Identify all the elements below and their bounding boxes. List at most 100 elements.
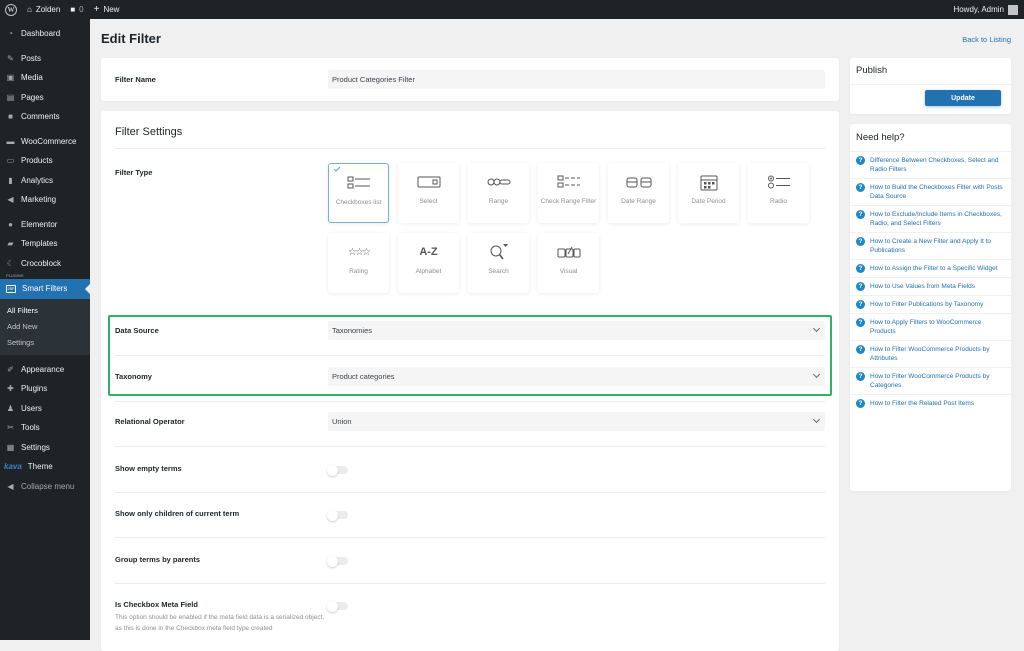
help-link[interactable]: ? How to Filter the Related Post Items	[850, 394, 1011, 412]
smart-filters-submenu: All Filters Add New Settings	[0, 298, 90, 355]
filter-type-rating[interactable]: ☆☆☆ Rating	[328, 233, 389, 293]
filter-type-range[interactable]: Range	[468, 163, 529, 223]
sidebar-item-theme[interactable]: kava Theme	[0, 457, 90, 477]
wp-logo-button[interactable]: W	[0, 0, 22, 19]
help-link[interactable]: ? How to Filter Publications by Taxonomy	[850, 295, 1011, 313]
group-terms-label: Group terms by parents	[115, 555, 201, 564]
sidebar-item-elementor[interactable]: ● Elementor	[0, 215, 90, 235]
chevron-down-icon	[812, 415, 821, 424]
filter-type-date-period[interactable]: Date Period	[678, 163, 739, 223]
help-link[interactable]: ? How to Apply Filters to WooCommerce Pro…	[850, 313, 1011, 340]
filter-type-label: Date Range	[621, 198, 656, 205]
question-icon: ?	[856, 264, 865, 273]
site-name-link[interactable]: ⌂ Zolden	[22, 0, 65, 19]
question-icon: ?	[856, 282, 865, 291]
filter-type-radio[interactable]: Radio	[748, 163, 809, 223]
sidebar-item-label: Appearance	[21, 364, 65, 374]
sidebar-item-posts[interactable]: ✎ Posts	[0, 49, 90, 69]
new-content-button[interactable]: + New	[89, 0, 125, 19]
sidebar-item-comments[interactable]: ■ Comments	[0, 107, 90, 127]
relational-operator-select[interactable]: Union	[328, 412, 825, 431]
sidebar-item-woocommerce[interactable]: ▬ WooCommerce	[0, 132, 90, 152]
help-link-text: How to Apply Filters to WooCommerce Prod…	[870, 319, 982, 335]
divider	[115, 446, 825, 447]
group-terms-toggle[interactable]	[327, 555, 348, 567]
filter-type-check-range[interactable]: Check Range Filter	[538, 163, 599, 223]
date-range-icon	[626, 174, 652, 190]
main-content: Edit Filter Back to Listing Filter Name …	[90, 19, 1024, 651]
sidebar-item-smart-filters[interactable]: JSF Smart Filters	[0, 279, 90, 299]
search-icon	[489, 244, 509, 260]
sidebar-item-label: Marketing	[21, 195, 57, 205]
visual-icon	[557, 244, 581, 260]
sidebar-item-settings[interactable]: ▦ Settings	[0, 438, 90, 458]
help-link[interactable]: ? How to Create a New Filter and Apply It…	[850, 232, 1011, 259]
help-link[interactable]: ? How to Assign the Filter to a Specific …	[850, 259, 1011, 277]
sidebar-item-users[interactable]: ♟ Users	[0, 399, 90, 419]
filter-type-search[interactable]: Search	[468, 233, 529, 293]
kava-logo: kava	[4, 462, 22, 472]
submenu-settings[interactable]: Settings	[0, 335, 90, 351]
wordpress-icon: W	[5, 3, 17, 16]
help-title: Need help?	[856, 132, 905, 143]
filter-type-label: Alphabet	[415, 268, 442, 275]
question-icon: ?	[856, 300, 865, 309]
filter-type-visual[interactable]: Visual	[538, 233, 599, 293]
sidebar-item-plugins[interactable]: ✚ Plugins	[0, 379, 90, 399]
help-box: Need help? ? Difference Between Checkboxe…	[850, 124, 1011, 491]
filter-type-label: Search	[488, 268, 509, 275]
show-empty-terms-label: Show empty terms	[115, 464, 182, 473]
avatar	[1008, 4, 1018, 15]
publish-title: Publish	[856, 65, 888, 76]
sidebar-item-label: Posts	[21, 53, 42, 63]
divider	[115, 148, 825, 149]
filter-type-select[interactable]: Select	[398, 163, 459, 223]
filter-type-checkboxes[interactable]: Checkboxes list	[328, 163, 389, 223]
help-link[interactable]: ? How to Filter WooCommerce Products by C…	[850, 367, 1011, 394]
calendar-icon	[700, 174, 718, 190]
sidebar-item-media[interactable]: ▣ Media	[0, 68, 90, 88]
sidebar-item-marketing[interactable]: ◀ Marketing	[0, 190, 90, 210]
relational-operator-value: Union	[332, 417, 352, 426]
help-link[interactable]: ? How to Filter WooCommerce Products by A…	[850, 340, 1011, 367]
help-link[interactable]: ? How to Build the Checkboxes Filter with…	[850, 178, 1011, 205]
help-link[interactable]: ? How to Use Values from Meta Fields	[850, 277, 1011, 295]
media-icon: ▣	[6, 73, 15, 83]
help-link-text: How to Filter WooCommerce Products by At…	[870, 346, 990, 362]
sidebar-item-tools[interactable]: ✂ Tools	[0, 418, 90, 438]
submenu-all-filters[interactable]: All Filters	[0, 303, 90, 319]
sidebar-item-analytics[interactable]: ▮ Analytics	[0, 171, 90, 191]
collapse-menu-button[interactable]: ◀ Collapse menu	[0, 477, 90, 497]
sidebar-item-dashboard[interactable]: ◔ Dashboard	[0, 24, 90, 44]
my-account-link[interactable]: Howdy, Admin	[953, 4, 1024, 15]
comments-link[interactable]: ■ 0	[65, 0, 88, 19]
divider	[850, 84, 1011, 85]
submenu-add-new[interactable]: Add New	[0, 319, 90, 335]
filter-name-input[interactable]: Product Categories Filter	[328, 70, 825, 89]
comment-icon: ■	[70, 5, 76, 14]
sidebar-item-pages[interactable]: ▤ Pages	[0, 88, 90, 108]
sidebar-item-templates[interactable]: ▰ Templates	[0, 234, 90, 254]
show-only-children-toggle[interactable]	[327, 509, 348, 521]
sidebar-item-crocoblock[interactable]: ☾ Crocoblock	[0, 254, 90, 274]
check-range-icon	[557, 174, 581, 190]
dashboard-icon: ◔	[8, 29, 13, 39]
back-to-listing-link[interactable]: Back to Listing	[962, 35, 1011, 44]
filter-type-date-range[interactable]: Date Range	[608, 163, 669, 223]
question-icon: ?	[856, 399, 865, 408]
filter-type-alphabet[interactable]: A-Z Alphabet	[398, 233, 459, 293]
update-button[interactable]: Update	[925, 90, 1001, 106]
help-link[interactable]: ? How to Exclude/Include Items in Checkbo…	[850, 205, 1011, 232]
sidebar-item-appearance[interactable]: ✐ Appearance	[0, 360, 90, 380]
show-empty-terms-toggle[interactable]	[327, 464, 348, 476]
wrench-icon: ✂	[7, 423, 14, 433]
help-link[interactable]: ? Difference Between Checkboxes, Select a…	[850, 151, 1011, 178]
sidebar-item-label: Pages	[21, 92, 44, 102]
checkbox-meta-field-toggle[interactable]	[327, 600, 348, 612]
sidebar-item-products[interactable]: ▭ Products	[0, 151, 90, 171]
sidebar-item-label: Tools	[21, 423, 40, 433]
alphabet-icon: A-Z	[419, 246, 438, 258]
help-link-text: How to Create a New Filter and Apply It …	[870, 238, 992, 254]
radio-icon	[767, 174, 791, 190]
filter-name-label: Filter Name	[115, 75, 156, 84]
